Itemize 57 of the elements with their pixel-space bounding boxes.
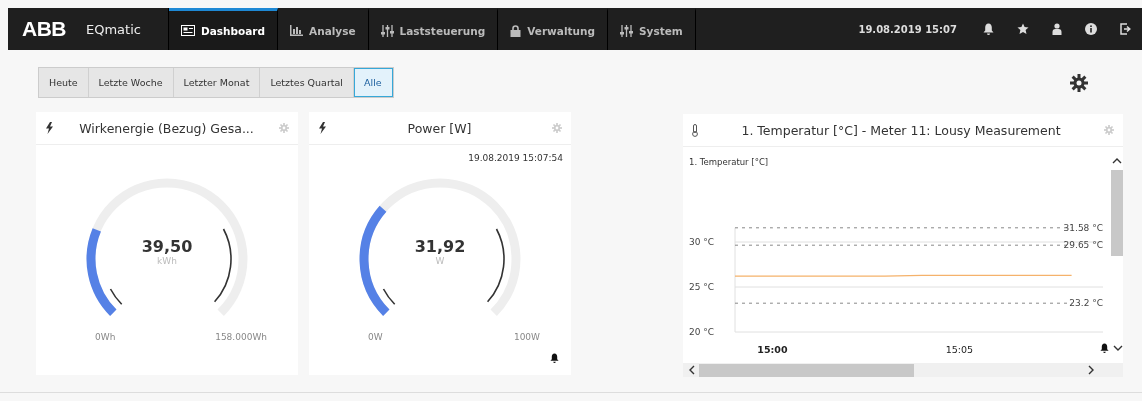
- period-tab[interactable]: Letzter Monat: [173, 68, 261, 97]
- horizontal-scrollbar[interactable]: [683, 363, 1123, 377]
- chart-title: 1. Temperatur [°C]: [688, 156, 770, 169]
- period-tab[interactable]: Alle: [354, 68, 393, 97]
- gauge-unit: kWh: [157, 256, 177, 266]
- nav-tab[interactable]: Verwaltung: [498, 8, 608, 50]
- period-tab[interactable]: Letztes Quartal: [260, 68, 354, 97]
- bar-chart-icon: [290, 25, 304, 36]
- gauge-max-label: 158.000Wh: [215, 332, 267, 342]
- bell-icon[interactable]: [983, 23, 994, 35]
- date-time: 19.08.2019 15:07: [858, 23, 957, 35]
- widget-title: Wirkenergie (Bezug) Gesa...: [78, 120, 255, 136]
- dashboard-icon: [181, 25, 195, 36]
- nav-tab[interactable]: Dashboard: [169, 8, 279, 50]
- nav-tab[interactable]: Laststeuerung: [368, 8, 499, 50]
- reference-label: 23.2 °C: [1069, 298, 1103, 309]
- lock-icon: [510, 24, 522, 37]
- nav-tab[interactable]: System: [608, 8, 696, 50]
- threshold-arc: [109, 288, 123, 306]
- settings-icon[interactable]: [1070, 73, 1088, 92]
- threshold-arc: [382, 288, 396, 306]
- gauge-value: 39,50: [141, 237, 193, 256]
- nav-tab[interactable]: Analyse: [278, 8, 369, 50]
- bell-icon[interactable]: [550, 353, 559, 363]
- x-tick-label: 15:05: [945, 344, 974, 355]
- logo: ABB: [22, 17, 66, 41]
- gauge-max-label: 100W: [513, 332, 540, 342]
- lightning-icon: [45, 122, 54, 134]
- user-icon[interactable]: [1052, 23, 1062, 35]
- x-tick-label: 15:00: [757, 344, 788, 355]
- logout-icon[interactable]: [1120, 23, 1132, 35]
- chevron-down-icon[interactable]: [1112, 344, 1123, 352]
- app-name: EQmatic: [86, 21, 141, 37]
- sliders-icon: [620, 24, 633, 37]
- timestamp: 19.08.2019 15:07:54: [468, 153, 563, 163]
- y-tick-label: 25 °C: [689, 282, 715, 292]
- gauge-unit: W: [435, 256, 445, 266]
- period-tab[interactable]: Heute: [39, 68, 89, 97]
- chevron-right-icon[interactable]: [1088, 365, 1095, 375]
- lightning-icon: [318, 122, 327, 134]
- y-tick-label: 30 °C: [689, 237, 715, 247]
- period-tab[interactable]: Letzte Woche: [88, 68, 174, 97]
- reference-label: 31.58 °C: [1063, 222, 1103, 233]
- gauge-min-label: 0W: [368, 332, 383, 342]
- gauge-value: 31,92: [414, 237, 466, 256]
- chevron-left-icon[interactable]: [688, 365, 695, 375]
- info-icon[interactable]: [1085, 23, 1097, 35]
- chevron-up-icon[interactable]: [1112, 157, 1122, 164]
- bell-icon[interactable]: [1099, 343, 1109, 353]
- reference-label: 29.65 °C: [1063, 240, 1103, 251]
- star-icon[interactable]: [1017, 23, 1029, 35]
- thermometer-icon: [692, 123, 698, 137]
- widget-title: 1. Temperatur [°C] - Meter 11: Lousy Measurement: [740, 122, 1062, 138]
- y-tick-label: 20 °C: [689, 327, 715, 337]
- gauge-min-label: 0Wh: [95, 332, 116, 342]
- sliders-icon: [380, 24, 394, 37]
- widget-title: Power [W]: [406, 120, 473, 136]
